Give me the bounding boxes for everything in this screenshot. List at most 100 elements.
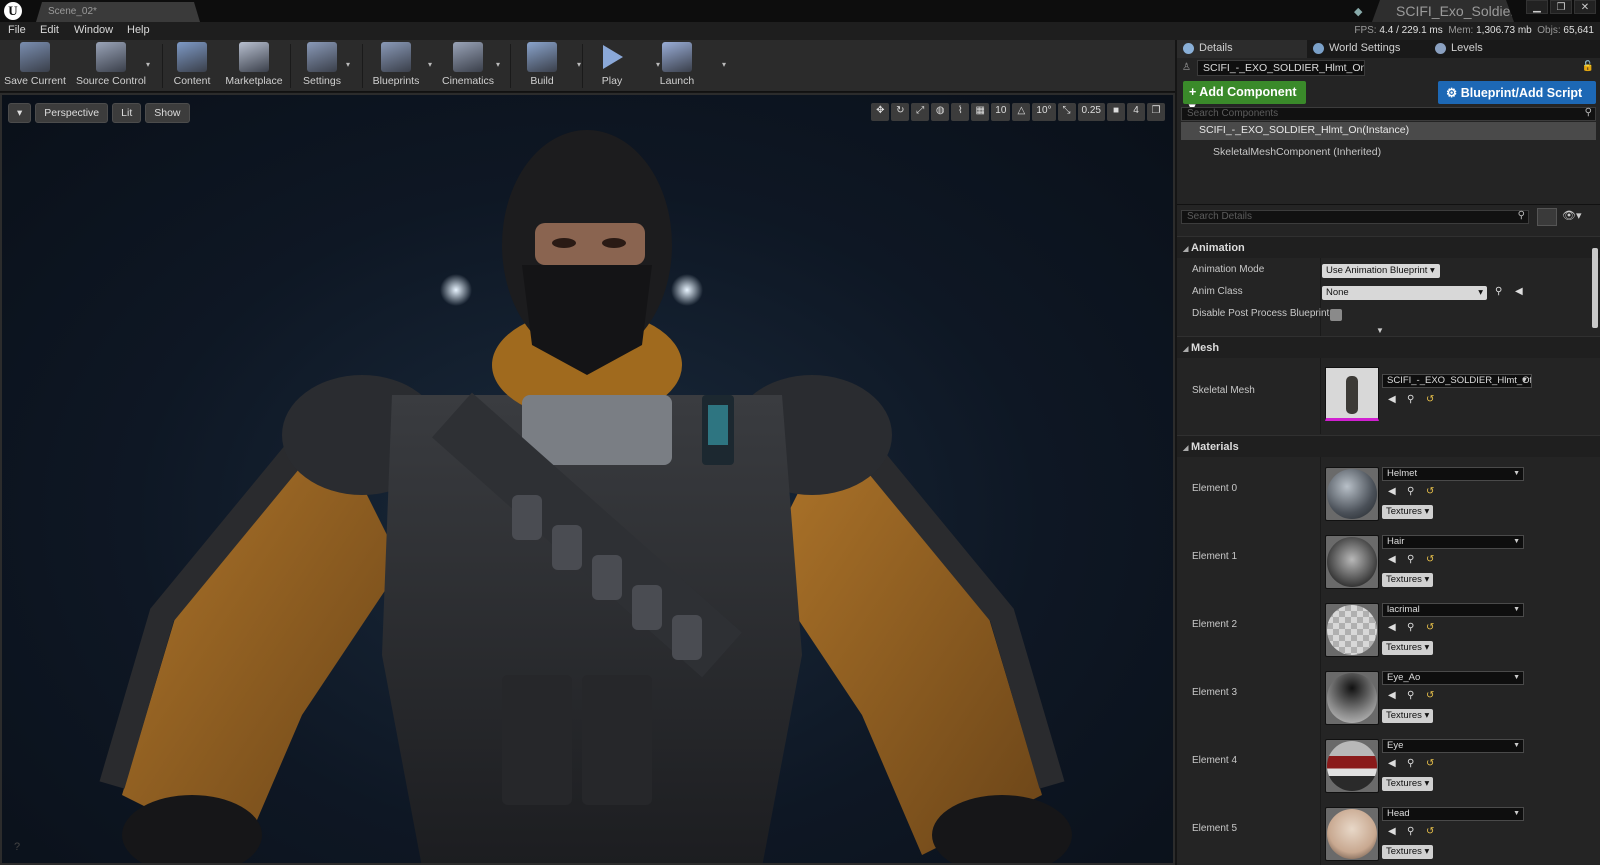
blueprint-add-script-button[interactable]: ⚙ Blueprint/Add Script (1438, 81, 1596, 104)
use-selected-icon[interactable]: ◀ (1388, 758, 1396, 769)
material-thumbnail[interactable] (1325, 535, 1379, 589)
animation-mode-select[interactable]: Use Animation Blueprint ▾ (1322, 264, 1440, 278)
material-thumbnail[interactable] (1325, 603, 1379, 657)
source-control-button[interactable]: Source Control (72, 42, 150, 90)
textures-dropdown[interactable]: Textures ▾ (1382, 573, 1434, 587)
property-matrix-icon[interactable] (1537, 208, 1557, 226)
menu-window[interactable]: Window (74, 24, 113, 36)
menu-help[interactable]: Help (127, 24, 150, 36)
textures-dropdown[interactable]: Textures ▾ (1382, 845, 1434, 859)
viewport-menu-button[interactable]: ▾ (8, 103, 32, 123)
cinematics-button[interactable]: Cinematics (436, 42, 500, 90)
marketplace-button[interactable]: Marketplace (224, 42, 284, 90)
dropdown-caret-icon[interactable]: ▾ (496, 60, 500, 69)
scale-snap-value[interactable]: 0.25 (1077, 103, 1105, 121)
skeletal-mesh-thumbnail[interactable] (1325, 367, 1379, 421)
browse-icon[interactable]: ⚲ (1407, 758, 1414, 769)
reset-icon[interactable]: ↺ (1426, 758, 1434, 769)
lock-icon[interactable]: 🔓 (1582, 61, 1594, 72)
anim-class-select[interactable]: None ▾ (1322, 286, 1487, 300)
category-mesh[interactable]: ◢ Mesh (1177, 336, 1600, 358)
material-select[interactable]: Head ▼ (1382, 807, 1524, 821)
material-select[interactable]: Eye_Ao ▼ (1382, 671, 1524, 685)
grid-snap-icon[interactable]: ▦ (971, 103, 990, 121)
use-selected-icon[interactable]: ◀ (1388, 690, 1396, 701)
material-thumbnail[interactable] (1325, 807, 1379, 861)
category-materials[interactable]: ◢ Materials (1177, 435, 1600, 457)
view-options-icon[interactable]: 👁▾ (1562, 209, 1582, 222)
material-select[interactable]: Helmet ▼ (1382, 467, 1524, 481)
browse-icon[interactable]: ⚲ (1407, 622, 1414, 633)
dropdown-caret-icon[interactable]: ▾ (346, 60, 350, 69)
maximize-viewport-icon[interactable]: ❐ (1147, 103, 1165, 121)
textures-dropdown[interactable]: Textures ▾ (1382, 777, 1434, 791)
translate-icon[interactable]: ✥ (871, 103, 890, 121)
actor-name-field[interactable]: SCIFI_-_EXO_SOLDIER_Hlmt_On (1197, 60, 1365, 76)
close-button[interactable]: ✕ (1574, 0, 1596, 14)
tab-world-settings[interactable]: World Settings (1307, 40, 1425, 58)
material-select[interactable]: lacrimal ▼ (1382, 603, 1524, 617)
perspective-button[interactable]: Perspective (35, 103, 109, 123)
use-selected-icon[interactable]: ◀ (1388, 554, 1396, 565)
scale-icon[interactable]: ⤢ (911, 103, 930, 121)
use-selected-icon[interactable]: ◀ (1515, 286, 1523, 297)
rotation-snap-value[interactable]: 10° (1032, 103, 1056, 121)
world-icon[interactable]: ◍ (931, 103, 950, 121)
camera-speed-icon[interactable]: ■ (1107, 103, 1125, 121)
surface-snap-icon[interactable]: ⌇ (951, 103, 970, 121)
use-selected-icon[interactable]: ◀ (1388, 622, 1396, 633)
menu-file[interactable]: File (8, 24, 26, 36)
use-selected-icon[interactable]: ◀ (1388, 394, 1396, 405)
search-details-input[interactable]: Search Details ⚲ (1181, 210, 1529, 224)
material-select[interactable]: Hair ▼ (1382, 535, 1524, 549)
scale-snap-icon[interactable]: ⤡ (1057, 103, 1076, 121)
tab-details[interactable]: Details (1177, 40, 1307, 58)
browse-icon[interactable]: ⚲ (1495, 286, 1502, 297)
textures-dropdown[interactable]: Textures ▾ (1382, 505, 1434, 519)
settings-button[interactable]: Settings (296, 42, 348, 90)
grid-size-value[interactable]: 10 (991, 103, 1011, 121)
browse-icon[interactable]: ⚲ (1407, 554, 1414, 565)
browse-icon[interactable]: ⚲ (1407, 486, 1414, 497)
material-select[interactable]: Eye ▼ (1382, 739, 1524, 753)
component-row-skeletal-mesh[interactable]: SkeletalMeshComponent (Inherited) (1181, 144, 1596, 162)
category-animation[interactable]: ◢ Animation (1177, 236, 1600, 258)
save-current-button[interactable]: Save Current (2, 42, 68, 90)
details-scrollbar[interactable] (1592, 248, 1598, 328)
textures-dropdown[interactable]: Textures ▾ (1382, 709, 1434, 723)
project-tab[interactable]: SCIFI_Exo_Soldier (1372, 0, 1514, 22)
advanced-expand-icon[interactable]: ▼ (1376, 326, 1384, 335)
disable-post-process-checkbox[interactable] (1330, 309, 1342, 321)
reset-icon[interactable]: ↺ (1426, 554, 1434, 565)
dropdown-caret-icon[interactable]: ▾ (577, 60, 581, 69)
material-thumbnail[interactable] (1325, 739, 1379, 793)
tab-levels[interactable]: Levels (1429, 40, 1539, 58)
minimize-button[interactable]: ▁ (1526, 0, 1548, 14)
dropdown-caret-icon[interactable]: ▾ (722, 60, 726, 69)
reset-icon[interactable]: ↺ (1426, 486, 1434, 497)
launch-button[interactable]: Launch (652, 42, 702, 90)
material-thumbnail[interactable] (1325, 467, 1379, 521)
browse-icon[interactable]: ⚲ (1407, 394, 1414, 405)
content-button[interactable]: Content (168, 42, 216, 90)
build-button[interactable]: Build (516, 42, 568, 90)
browse-icon[interactable]: ⚲ (1407, 690, 1414, 701)
reset-icon[interactable]: ↺ (1426, 826, 1434, 837)
search-components-input[interactable]: Search Components ⚲ (1181, 107, 1596, 121)
rotate-icon[interactable]: ↻ (891, 103, 910, 121)
dropdown-caret-icon[interactable]: ▾ (428, 60, 432, 69)
textures-dropdown[interactable]: Textures ▾ (1382, 641, 1434, 655)
browse-icon[interactable]: ⚲ (1407, 826, 1414, 837)
reset-icon[interactable]: ↺ (1426, 394, 1434, 405)
use-selected-icon[interactable]: ◀ (1388, 486, 1396, 497)
help-icon[interactable]: ? (14, 841, 20, 853)
dropdown-caret-icon[interactable]: ▾ (146, 60, 150, 69)
show-button[interactable]: Show (145, 103, 190, 123)
reset-icon[interactable]: ↺ (1426, 690, 1434, 701)
maximize-button[interactable]: ❐ (1550, 0, 1572, 14)
component-row-instance[interactable]: SCIFI_-_EXO_SOLDIER_Hlmt_On(Instance) (1181, 122, 1596, 140)
use-selected-icon[interactable]: ◀ (1388, 826, 1396, 837)
blueprints-button[interactable]: Blueprints (368, 42, 424, 90)
scene-tab[interactable]: Scene_02* (36, 2, 200, 22)
material-thumbnail[interactable] (1325, 671, 1379, 725)
